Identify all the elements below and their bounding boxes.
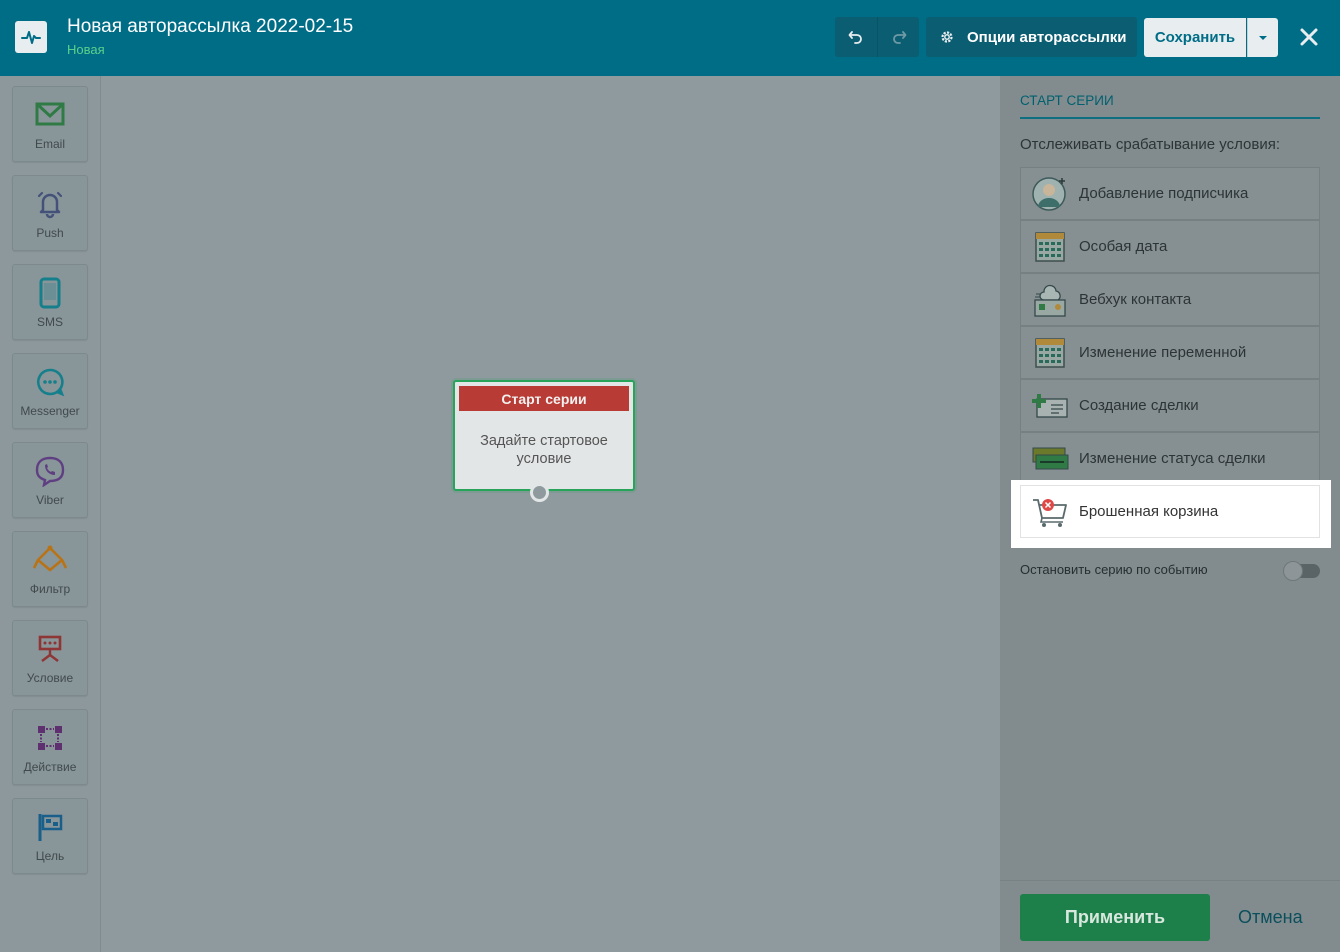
tool-messenger-label: Messenger <box>20 404 80 418</box>
abandoned-cart-icon <box>1033 498 1067 527</box>
viber-icon <box>35 456 65 487</box>
bell-icon <box>37 191 63 219</box>
close-button[interactable] <box>1296 24 1322 50</box>
undo-icon <box>848 31 862 44</box>
start-node-hint: Задайте стартовое условие <box>480 433 608 467</box>
condition-icon <box>38 635 62 662</box>
tool-condition[interactable]: Условие <box>12 620 88 696</box>
phone-icon <box>39 277 61 309</box>
campaign-status: Новая <box>67 42 105 57</box>
calendar-icon <box>1035 231 1065 262</box>
tool-push-label: Push <box>36 226 64 240</box>
undo-button[interactable] <box>835 17 877 57</box>
trigger-deal-status-label: Изменение статуса сделки <box>1079 450 1266 467</box>
tool-viber-label: Viber <box>36 493 64 507</box>
tool-action-label: Действие <box>23 760 77 774</box>
trigger-deal-status[interactable]: Изменение статуса сделки <box>1020 432 1320 485</box>
tool-email[interactable]: Email <box>12 86 88 162</box>
action-icon <box>38 726 62 750</box>
toggle-knob <box>1283 561 1303 581</box>
start-series-node[interactable]: Старт серии Задайте стартовое условие <box>453 380 635 491</box>
deal-status-icon <box>1032 447 1069 469</box>
panel-footer: Применить Отмена <box>1000 880 1340 952</box>
tool-condition-label: Условие <box>26 671 74 685</box>
redo-icon <box>892 31 906 44</box>
tool-email-label: Email <box>34 137 65 151</box>
caret-down-icon <box>1259 35 1267 40</box>
tool-sms-label: SMS <box>36 315 63 329</box>
webhook-icon <box>1034 284 1066 317</box>
panel-description: Отслеживать срабатывание условия: <box>1020 136 1281 153</box>
trigger-add-subscriber[interactable]: Добавление подписчика <box>1020 167 1320 220</box>
trigger-deal-create-label: Создание сделки <box>1079 397 1199 414</box>
tool-filter[interactable]: Фильтр <box>12 531 88 607</box>
trigger-contact-webhook-label: Вебхук контакта <box>1079 291 1192 308</box>
campaign-options-button[interactable]: Опции авторассылки <box>926 17 1137 57</box>
apply-button[interactable]: Применить <box>1020 894 1210 941</box>
stop-series-toggle[interactable] <box>1283 561 1320 581</box>
campaign-title[interactable]: Новая авторассылка 2022-02-15 <box>67 16 353 38</box>
chat-icon <box>37 368 65 397</box>
cancel-link[interactable]: Отмена <box>1238 907 1303 928</box>
trigger-special-date[interactable]: Особая дата <box>1020 220 1320 273</box>
trigger-variable-change[interactable]: Изменение переменной <box>1020 326 1320 379</box>
tool-viber[interactable]: Viber <box>12 442 88 518</box>
app-logo[interactable] <box>15 21 47 53</box>
tool-goal-label: Цель <box>35 849 65 863</box>
node-output-port[interactable] <box>530 483 549 502</box>
tool-filter-label: Фильтр <box>29 582 71 596</box>
close-icon <box>1300 28 1318 46</box>
flag-icon <box>38 814 63 841</box>
tool-action[interactable]: Действие <box>12 709 88 785</box>
trigger-special-date-label: Особая дата <box>1079 238 1168 255</box>
trigger-deal-create[interactable]: Создание сделки <box>1020 379 1320 432</box>
top-header: Новая авторассылка 2022-02-15 Новая Опци… <box>0 0 1340 76</box>
redo-button[interactable] <box>877 17 919 57</box>
trigger-abandoned-cart-label: Брошенная корзина <box>1079 503 1219 520</box>
gear-icon <box>939 29 955 45</box>
history-controls <box>835 17 919 57</box>
tool-goal[interactable]: Цель <box>12 798 88 874</box>
add-subscriber-icon <box>1032 176 1066 211</box>
pulse-icon <box>21 31 41 44</box>
calendar-variable-icon <box>1035 337 1065 368</box>
save-dropdown-button[interactable] <box>1247 18 1278 57</box>
tool-sms[interactable]: SMS <box>12 264 88 340</box>
trigger-add-subscriber-label: Добавление подписчика <box>1079 185 1249 202</box>
create-deal-icon <box>1032 393 1068 418</box>
tool-messenger[interactable]: Messenger <box>12 353 88 429</box>
trigger-abandoned-cart[interactable]: Брошенная корзина <box>1020 485 1320 538</box>
filter-icon <box>32 545 68 572</box>
panel-title: СТАРТ СЕРИИ <box>1020 93 1320 119</box>
trigger-contact-webhook[interactable]: Вебхук контакта <box>1020 273 1320 326</box>
tool-push[interactable]: Push <box>12 175 88 251</box>
envelope-icon <box>35 102 65 126</box>
element-toolbar: Email Push SMS Messenger Viber Фильтр Ус… <box>0 76 101 952</box>
stop-series-label: Остановить серию по событию <box>1020 562 1208 577</box>
save-button[interactable]: Сохранить <box>1144 18 1246 57</box>
campaign-options-label: Опции авторассылки <box>967 28 1127 46</box>
trigger-variable-change-label: Изменение переменной <box>1079 344 1247 361</box>
start-node-title: Старт серии <box>459 386 629 411</box>
